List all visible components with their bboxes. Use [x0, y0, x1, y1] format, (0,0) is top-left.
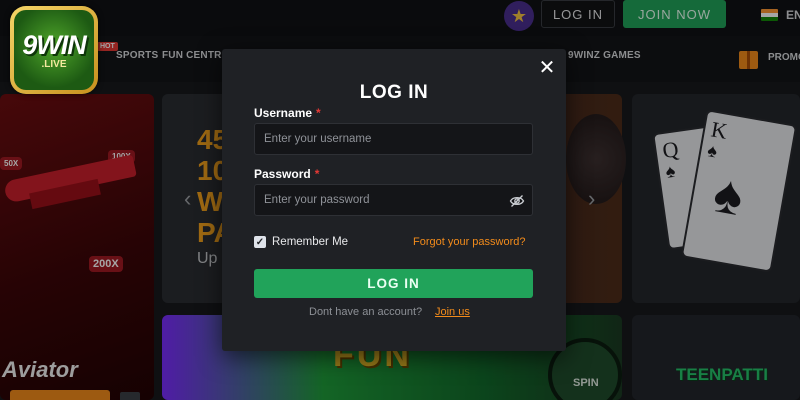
page: HOT SPORTS FUN CENTRAL 9WINZ GAMES ★ LOG…: [0, 0, 800, 400]
logo-badge: 9WIN .LIVE: [14, 10, 94, 90]
modal-title: LOG IN: [359, 82, 429, 103]
close-icon[interactable]: ✕: [538, 56, 556, 79]
username-input[interactable]: [254, 123, 533, 155]
username-label-text: Username: [254, 106, 313, 120]
join-us-link[interactable]: Join us: [435, 306, 470, 318]
password-label-text: Password: [254, 167, 311, 181]
login-submit-button[interactable]: LOG IN: [254, 269, 533, 298]
username-label: Username *: [254, 106, 321, 120]
forgot-password-link[interactable]: Forgot your password?: [413, 236, 526, 248]
required-marker: *: [316, 106, 321, 120]
no-account-text: Dont have an account?: [309, 306, 423, 318]
logo-main-text: 9WIN: [22, 30, 86, 60]
logo-sub-text: .LIVE: [41, 59, 67, 70]
required-marker: *: [314, 167, 320, 181]
site-logo[interactable]: 9WIN .LIVE: [10, 6, 98, 94]
remember-me-checkbox[interactable]: ✓: [254, 236, 266, 248]
password-input[interactable]: [254, 184, 533, 216]
remember-me-label[interactable]: Remember Me: [272, 236, 348, 248]
password-label: Password *: [254, 167, 319, 181]
eye-off-icon[interactable]: [509, 193, 525, 209]
